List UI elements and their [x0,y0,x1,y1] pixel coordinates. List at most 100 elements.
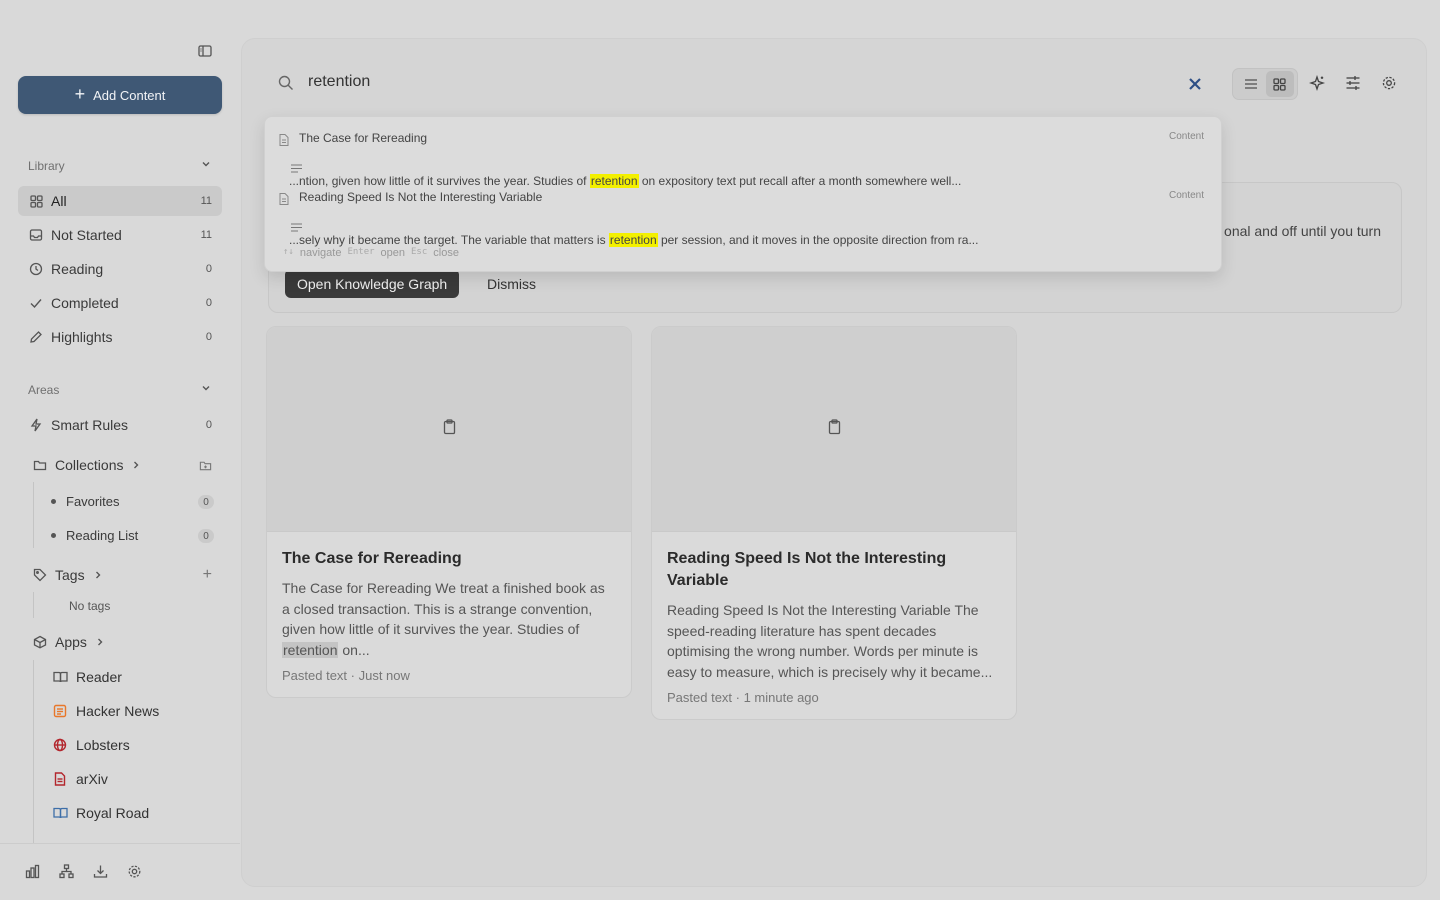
search-result-snippet[interactable]: ...sely why it became the target. The va… [289,233,978,247]
search-result-snippet[interactable]: ...ntion, given how little of it survive… [289,174,961,188]
sidebar-item-collections[interactable]: Collections [18,450,222,480]
app-label: Hacker News [76,703,160,719]
add-tag-icon[interactable]: + [203,566,212,584]
sidebar-item-highlights[interactable]: Highlights 0 [18,322,222,352]
sidebar: + Add Content Library All 11 Not Started… [0,0,240,900]
list-view-icon[interactable] [1237,71,1265,97]
search-result-title[interactable]: Reading Speed Is Not the Interesting Var… [299,190,542,204]
app-label: Reader [76,669,122,685]
sidebar-item-label: Not Started [51,227,122,243]
hint-key-esc: Esc [411,247,428,257]
add-content-button[interactable]: + Add Content [18,76,222,114]
card-title: The Case for Rereading [282,550,462,567]
hint-key-arrows: ↑↓ [283,247,294,257]
app-item-hacker-news[interactable]: Hacker News [52,703,159,719]
clock-icon [28,261,44,277]
library-label: Library [28,158,65,173]
dismiss-button[interactable]: Dismiss [487,269,536,298]
book-icon [52,669,68,685]
plus-icon: + [74,84,86,104]
hint-key-enter: Enter [347,247,375,257]
view-toggle [1232,68,1298,100]
chevron-right-icon [95,637,105,647]
tree-line [33,660,34,843]
tree-line [33,482,34,548]
hierarchy-icon[interactable] [59,864,75,880]
card-thumbnail [652,327,1016,532]
sidebar-item-not-started[interactable]: Not Started 11 [18,220,222,250]
search-icon [278,75,294,96]
collection-item-reading-list[interactable]: Reading List [51,528,138,543]
document-icon [52,771,68,787]
sidebar-item-all[interactable]: All 11 [18,186,222,216]
collection-item-favorites[interactable]: Favorites [51,494,119,509]
sidebar-item-count: 0 [205,331,212,343]
app-item-royal-road[interactable]: Royal Road [52,805,149,821]
sparkle-icon[interactable] [1308,74,1327,93]
library-section-header[interactable]: Library [28,158,212,173]
card-meta: Pasted text · 1 minute ago [667,690,819,705]
new-folder-icon[interactable] [199,459,212,472]
grid-icon [28,193,44,209]
no-tags-text: No tags [69,599,111,613]
stats-icon[interactable] [25,864,41,880]
search-result-title[interactable]: The Case for Rereading [299,131,427,145]
clipboard-icon [443,418,456,440]
areas-section-header[interactable]: Areas [28,382,212,397]
content-card[interactable]: The Case for Rereading The Case for Rere… [266,326,632,698]
hint-open: open [380,247,406,259]
app-item-reader[interactable]: Reader [52,669,122,685]
sidebar-item-reading[interactable]: Reading 0 [18,254,222,284]
search-input[interactable]: retention [308,73,370,91]
clear-search-icon[interactable] [1188,75,1202,96]
bullet [51,499,56,504]
banner-text: onal and off until you turn [1224,223,1381,239]
grid-view-icon[interactable] [1265,71,1294,97]
sidebar-item-count: 0 [205,419,212,431]
sidebar-item-count: 0 [205,263,212,275]
areas-label: Areas [28,382,60,397]
card-thumbnail [267,327,631,532]
card-snippet: Reading Speed Is Not the Interesting Var… [667,602,993,680]
book-open-icon [52,805,68,821]
folder-icon [32,457,48,473]
hint-close: close [433,247,459,259]
match-highlight: retention [589,174,639,188]
download-icon[interactable] [93,864,109,880]
search-results-dropdown: The Case for Rereading Content ...ntion,… [264,116,1222,272]
sidebar-item-tags[interactable]: Tags + [18,560,222,590]
bullet [51,533,56,538]
pencil-icon [28,329,44,345]
settings-gear-icon[interactable] [1381,75,1399,93]
collection-label: Reading List [66,528,139,543]
check-icon [28,295,44,311]
sidebar-toggle-icon[interactable] [198,44,216,60]
inbox-icon [28,227,44,243]
sidebar-item-label: Smart Rules [51,417,129,433]
card-title: Reading Speed Is Not the Interesting Var… [667,550,947,589]
chevron-right-icon [93,570,103,580]
match-highlight: retention [608,233,658,247]
sidebar-item-label: Tags [55,567,85,583]
open-knowledge-graph-button[interactable]: Open Knowledge Graph [285,269,460,298]
gear-icon[interactable] [127,864,143,880]
app-label: arXiv [76,771,108,787]
sidebar-item-completed[interactable]: Completed 0 [18,288,222,318]
sidebar-footer [0,843,240,900]
sidebar-item-label: Highlights [51,329,113,345]
app-label: Royal Road [76,805,150,821]
lightning-icon [28,417,44,433]
sidebar-item-smart-rules[interactable]: Smart Rules 0 [18,410,222,440]
card-meta: Pasted text · Just now [282,668,410,683]
sidebar-item-label: Collections [55,457,124,473]
result-type-badge: Content [1168,190,1204,201]
app-item-lobsters[interactable]: Lobsters [52,737,130,753]
filter-sliders-icon[interactable] [1345,75,1363,93]
sidebar-item-count: 11 [200,195,212,207]
card-snippet: The Case for Rereading We treat a finish… [282,580,605,658]
app-item-arxiv[interactable]: arXiv [52,771,108,787]
sidebar-item-count: 11 [200,229,212,241]
content-card[interactable]: Reading Speed Is Not the Interesting Var… [651,326,1017,720]
chevron-right-icon [131,460,141,470]
sidebar-item-apps[interactable]: Apps [18,627,222,657]
